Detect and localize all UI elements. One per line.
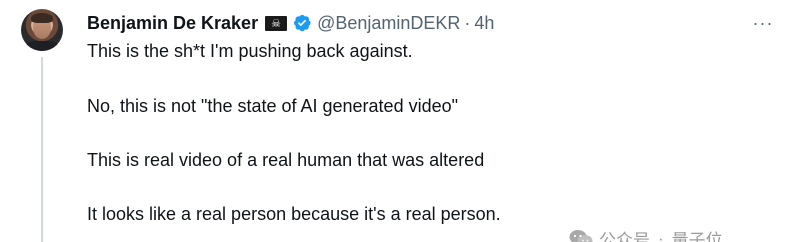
tweet-header: Benjamin De Kraker ☠ @BenjaminDEKR · 4h	[87, 11, 494, 35]
tweet-paragraph: No, this is not "the state of AI generat…	[87, 96, 459, 116]
tweet-paragraph: It looks like a real person because it's…	[87, 204, 501, 224]
tweet-paragraph: This is real video of a real human that …	[87, 150, 485, 170]
avatar[interactable]	[21, 9, 63, 51]
more-horizontal-icon[interactable]: ···	[750, 10, 776, 36]
watermark-name: 量子位	[671, 231, 723, 242]
wechat-icon	[569, 229, 593, 242]
verified-badge-icon	[294, 14, 311, 32]
pirate-flag-icon: ☠	[265, 15, 288, 31]
avatar-hair	[31, 13, 53, 23]
tweet-timestamp[interactable]: 4h	[474, 11, 494, 35]
watermark-separator: ·	[658, 228, 664, 242]
header-separator: ·	[464, 13, 471, 33]
thread-line	[41, 57, 43, 242]
watermark: 公众号 · 量子位	[569, 226, 723, 242]
tweet-paragraph: This is the sh*t I'm pushing back agains…	[87, 41, 413, 61]
tweet: Benjamin De Kraker ☠ @BenjaminDEKR · 4h …	[0, 0, 788, 242]
avatar-collar	[25, 41, 59, 51]
watermark-account: 公众号	[599, 231, 650, 242]
author-name[interactable]: Benjamin De Kraker	[87, 11, 258, 35]
author-handle[interactable]: @BenjaminDEKR	[317, 11, 460, 35]
